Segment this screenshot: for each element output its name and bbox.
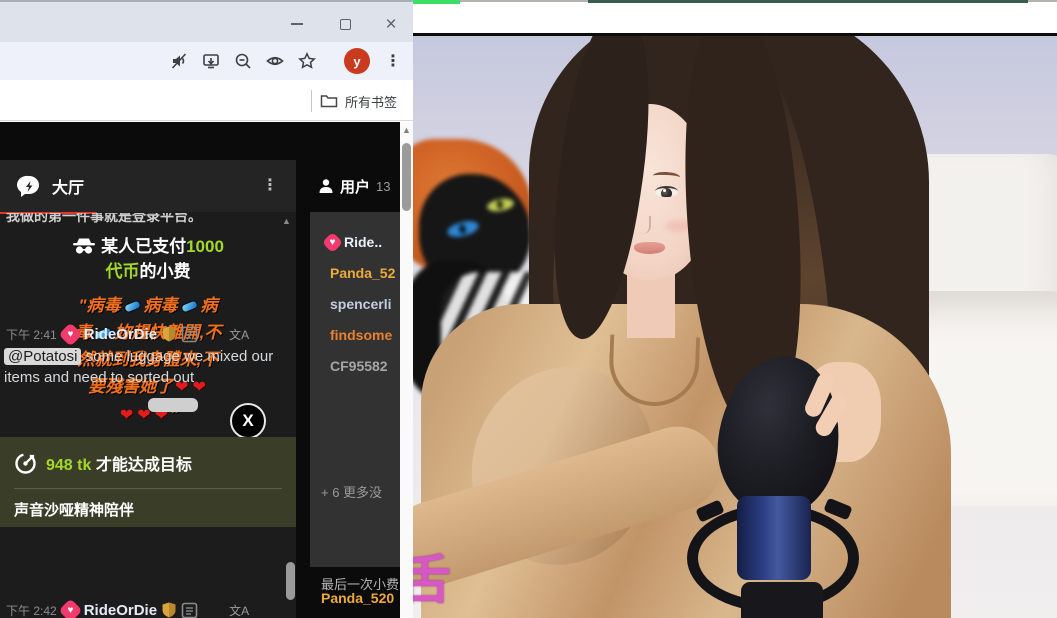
tip-amount: 1000 (186, 237, 224, 256)
video-window: 舌 (413, 0, 1057, 618)
eye (655, 186, 678, 197)
video-overlay-text: 舌 (413, 538, 451, 613)
neck (627, 274, 675, 338)
chat-scroll-up-arrow[interactable]: ▲ (282, 216, 291, 226)
all-bookmarks-label: 所有书签 (345, 92, 397, 111)
user-list-item[interactable]: CF95582 (310, 356, 400, 376)
user-icon (318, 178, 334, 194)
translate-icon[interactable]: 文A (229, 326, 249, 343)
fanclub-badge-icon: ♥ (58, 322, 82, 346)
window-maximize-button[interactable] (332, 12, 358, 36)
chat-scrollbar-thumb[interactable] (286, 562, 295, 600)
translate-icon[interactable]: 文A (229, 602, 249, 618)
users-list: ♥ Ride.. Panda_52 spencerli findsome CF9… (310, 212, 400, 567)
folder-icon (320, 93, 338, 109)
goal-rest: 才能达成目标 (96, 457, 192, 474)
tip-text-1: 某人已支付 (101, 237, 186, 256)
message-username[interactable]: RideOrDie (84, 326, 157, 343)
more-users-link[interactable]: + 6 更多没 (321, 482, 382, 501)
browser-toolbar: y ⋮ (0, 42, 413, 80)
microphone-body (737, 496, 811, 580)
chat-panel: 大厅 ⋮ 我做的第一件事就是登录平台。 (0, 122, 296, 618)
goal-tokens: 948 tk (46, 457, 91, 474)
minimize-icon (291, 23, 303, 25)
chat-message-meta: 下午 2:41 ♥ RideOrDie 文A (6, 324, 249, 344)
progress-segment (588, 0, 1028, 3)
window-minimize-button[interactable] (284, 12, 310, 36)
user-name: spencerli (330, 296, 391, 312)
maximize-icon (340, 19, 351, 30)
fanclub-badge-icon: ♥ (58, 598, 82, 618)
window-titlebar: × (0, 0, 413, 42)
preview-eye-icon[interactable] (263, 49, 287, 73)
users-title: 用户 (340, 176, 370, 197)
goal-divider (14, 488, 282, 489)
chat-room-title: 大厅 (52, 174, 84, 198)
notes-icon[interactable] (181, 326, 198, 343)
screen: × y ⋮ 所有书签 (0, 0, 1057, 618)
lips (634, 242, 665, 254)
user-list-item[interactable]: Panda_52 (310, 263, 400, 283)
user-name: Ride.. (344, 234, 382, 250)
window-close-button[interactable]: × (378, 12, 404, 36)
tip-text-2: 的小费 (140, 262, 191, 281)
microphone-mount-base (741, 582, 823, 618)
profile-avatar[interactable]: y (344, 48, 370, 74)
user-name: CF95582 (330, 358, 388, 374)
chat-bubble-icon (16, 173, 42, 199)
bookmarks-divider (311, 90, 312, 112)
users-panel: 用户 13 ♥ Ride.. Panda_52 spencerli findso… (310, 122, 400, 618)
zoom-out-icon[interactable] (231, 49, 255, 73)
chat-message-meta: 下午 2:42 ♥ RideOrDie 文A (6, 600, 249, 618)
install-icon[interactable] (199, 49, 223, 73)
user-list-item[interactable]: spencerli (310, 294, 400, 314)
bookmarks-bar: 所有书签 (0, 80, 413, 121)
goal-target-icon (14, 452, 37, 475)
users-count: 13 (376, 179, 390, 194)
tip-token-word: 代币 (106, 262, 140, 281)
chat-menu-icon[interactable]: ⋮ (262, 175, 278, 195)
user-name: Panda_52 (330, 265, 395, 281)
user-list-item[interactable]: ♥ Ride.. (310, 232, 400, 252)
message-time: 下午 2:42 (6, 602, 57, 618)
page-scrollbar[interactable]: ▲ (400, 122, 413, 618)
live-video-stream[interactable]: 舌 (413, 36, 1057, 618)
page-scrollbar-thumb[interactable] (402, 143, 411, 211)
progress-segment (413, 0, 460, 4)
bookmark-star-icon[interactable] (295, 49, 319, 73)
mute-icon[interactable] (167, 49, 191, 73)
tooltip-blob (148, 398, 198, 412)
moderator-shield-icon (162, 326, 176, 342)
browser-menu-icon[interactable]: ⋮ (385, 49, 401, 73)
users-header: 用户 13 (310, 160, 400, 212)
chat-header: 大厅 ⋮ (0, 160, 296, 212)
moderator-shield-icon (162, 602, 176, 618)
chat-messages-area[interactable]: 我做的第一件事就是登录平台。 某人已支付1000 (0, 212, 296, 618)
goal-subtitle: 声音沙哑精神陪伴 (14, 499, 134, 520)
all-bookmarks-button[interactable]: 所有书签 (320, 88, 397, 114)
message-time: 下午 2:41 (6, 326, 57, 343)
user-list-item[interactable]: findsome (310, 325, 400, 345)
goal-box: 948 tk 才能达成目标 声音沙哑精神陪伴 (0, 437, 296, 527)
chat-message-text: @Potatosi some luggage we mixed our item… (4, 346, 276, 388)
browser-window: × y ⋮ 所有书签 (0, 0, 413, 618)
x-social-button[interactable]: X (230, 403, 266, 439)
last-tip-username[interactable]: Panda_520 (321, 590, 394, 606)
fanclub-badge-icon: ♥ (322, 232, 343, 252)
mention-chip[interactable]: @Potatosi (4, 348, 81, 365)
goal-text: 948 tk 才能达成目标 (46, 451, 192, 475)
page-scroll-up-arrow[interactable]: ▲ (402, 125, 411, 135)
clipped-message: 我做的第一件事就是登录平台。 (6, 213, 282, 224)
user-name: findsome (330, 327, 392, 343)
notes-icon[interactable] (181, 602, 198, 618)
message-username[interactable]: RideOrDie (84, 602, 157, 618)
anonymous-spy-icon (72, 238, 96, 255)
page-content: 大厅 ⋮ 我做的第一件事就是登录平台。 (0, 122, 413, 618)
tip-notification: 某人已支付1000 代币的小费 (0, 234, 296, 284)
